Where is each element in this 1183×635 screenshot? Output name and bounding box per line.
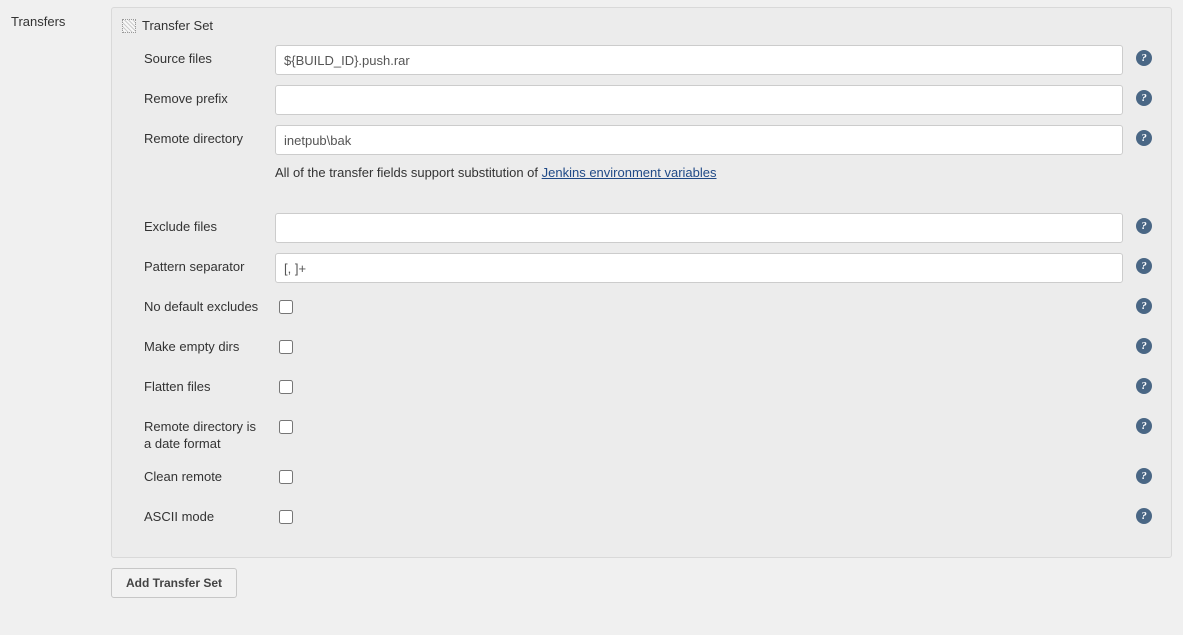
remote-dir-date-label: Remote directory is a date format (124, 409, 269, 459)
help-icon[interactable]: ? (1136, 90, 1152, 106)
add-transfer-set-button[interactable]: Add Transfer Set (111, 568, 237, 598)
drag-handle-icon[interactable] (122, 19, 136, 33)
make-empty-dirs-checkbox[interactable] (279, 340, 293, 354)
help-icon[interactable]: ? (1136, 130, 1152, 146)
help-icon[interactable]: ? (1136, 298, 1152, 314)
substitution-note: All of the transfer fields support subst… (269, 161, 1129, 190)
make-empty-dirs-label: Make empty dirs (124, 329, 269, 362)
flatten-files-checkbox[interactable] (279, 380, 293, 394)
env-vars-link[interactable]: Jenkins environment variables (542, 165, 717, 180)
transfer-set-panel: Transfer Set Source files ? Remove prefi… (111, 7, 1172, 558)
remote-directory-label: Remote directory (124, 121, 269, 154)
pattern-separator-label: Pattern separator (124, 249, 269, 282)
pattern-separator-input[interactable] (275, 253, 1123, 283)
help-icon[interactable]: ? (1136, 218, 1152, 234)
remove-prefix-input[interactable] (275, 85, 1123, 115)
exclude-files-input[interactable] (275, 213, 1123, 243)
source-files-label: Source files (124, 41, 269, 74)
help-icon[interactable]: ? (1136, 378, 1152, 394)
help-icon[interactable]: ? (1136, 338, 1152, 354)
remove-prefix-label: Remove prefix (124, 81, 269, 114)
source-files-input[interactable] (275, 45, 1123, 75)
no-default-excludes-label: No default excludes (124, 289, 269, 322)
remote-directory-input[interactable] (275, 125, 1123, 155)
transfer-set-title: Transfer Set (142, 18, 213, 33)
clean-remote-checkbox[interactable] (279, 470, 293, 484)
remote-dir-date-checkbox[interactable] (279, 420, 293, 434)
clean-remote-label: Clean remote (124, 459, 269, 492)
no-default-excludes-checkbox[interactable] (279, 300, 293, 314)
ascii-mode-label: ASCII mode (124, 499, 269, 532)
help-icon[interactable]: ? (1136, 468, 1152, 484)
exclude-files-label: Exclude files (124, 209, 269, 242)
transfer-set-header[interactable]: Transfer Set (120, 12, 1163, 41)
help-icon[interactable]: ? (1136, 258, 1152, 274)
flatten-files-label: Flatten files (124, 369, 269, 402)
transfers-table: Transfers Transfer Set Source files ? Re… (10, 6, 1173, 599)
ascii-mode-checkbox[interactable] (279, 510, 293, 524)
help-icon[interactable]: ? (1136, 508, 1152, 524)
help-icon[interactable]: ? (1136, 50, 1152, 66)
section-label: Transfers (10, 6, 110, 599)
help-icon[interactable]: ? (1136, 418, 1152, 434)
